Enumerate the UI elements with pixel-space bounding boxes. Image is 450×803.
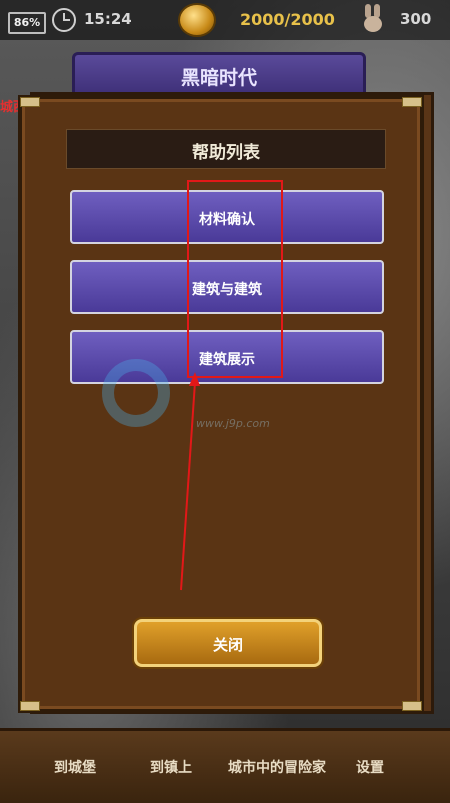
nav-city-adventurer[interactable]: 城市中的冒险家 (228, 757, 326, 777)
nav-settings[interactable]: 设置 (356, 757, 384, 777)
nav-to-town[interactable]: 到镇上 (150, 757, 192, 777)
annotation-arrow (180, 372, 200, 591)
nav-to-castle[interactable]: 到城堡 (54, 757, 96, 777)
bottom-nav: 到城堡 到镇上 城市中的冒险家 设置 (0, 728, 450, 803)
